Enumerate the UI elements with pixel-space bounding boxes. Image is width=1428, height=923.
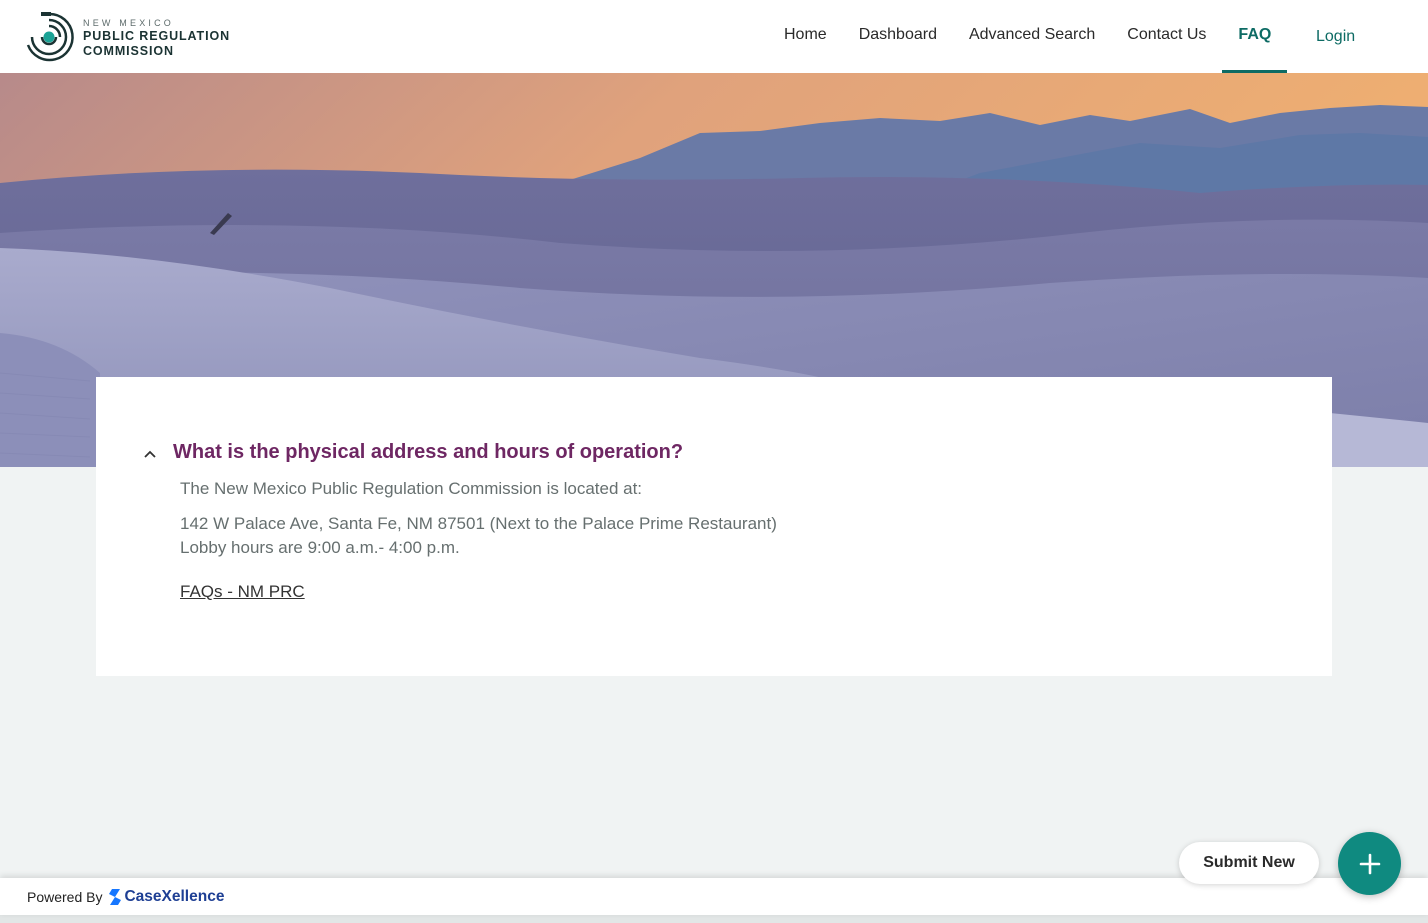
answer-intro: The New Mexico Public Regulation Commiss… <box>180 479 643 498</box>
login-link[interactable]: Login <box>1316 0 1355 73</box>
faq-question: What is the physical address and hours o… <box>173 441 684 463</box>
submit-new-label[interactable]: Submit New <box>1179 842 1319 884</box>
nav-advanced-search[interactable]: Advanced Search <box>953 0 1111 73</box>
faq-card: What is the physical address and hours o… <box>96 377 1332 676</box>
vendor-brand[interactable]: CaseXellence <box>108 888 224 906</box>
main-nav: Home Dashboard Advanced Search Contact U… <box>768 0 1288 73</box>
submit-new-button[interactable] <box>1338 832 1401 895</box>
nav-dashboard[interactable]: Dashboard <box>843 0 953 73</box>
site-logo[interactable]: NEW MEXICO PUBLIC REGULATION COMMISSION <box>22 9 230 65</box>
plus-icon <box>1359 853 1380 874</box>
logo-line-1: NEW MEXICO <box>83 17 175 28</box>
casexellence-logo-icon <box>109 888 122 905</box>
faqs-nm-prc-link[interactable]: FAQs - NM PRC <box>180 582 305 602</box>
chevron-up-icon <box>144 450 156 458</box>
site-header: NEW MEXICO PUBLIC REGULATION COMMISSION … <box>0 0 1428 73</box>
answer-hours: Lobby hours are 9:00 a.m.- 4:00 p.m. <box>180 538 460 557</box>
nav-contact-us[interactable]: Contact Us <box>1111 0 1222 73</box>
faq-question-toggle[interactable]: What is the physical address and hours o… <box>142 441 683 464</box>
nav-home[interactable]: Home <box>768 0 843 73</box>
faq-answer: The New Mexico Public Regulation Commiss… <box>180 477 777 560</box>
answer-address: 142 W Palace Ave, Santa Fe, NM 87501 (Ne… <box>180 514 777 533</box>
bottom-strip <box>0 915 1428 923</box>
commission-logo-icon <box>26 12 74 62</box>
logo-line-3: COMMISSION <box>83 43 174 58</box>
vendor-name: CaseXellence <box>124 887 225 905</box>
logo-line-2: PUBLIC REGULATION <box>83 28 231 43</box>
powered-by-label: Powered By <box>27 888 103 905</box>
nav-faq[interactable]: FAQ <box>1222 0 1288 73</box>
